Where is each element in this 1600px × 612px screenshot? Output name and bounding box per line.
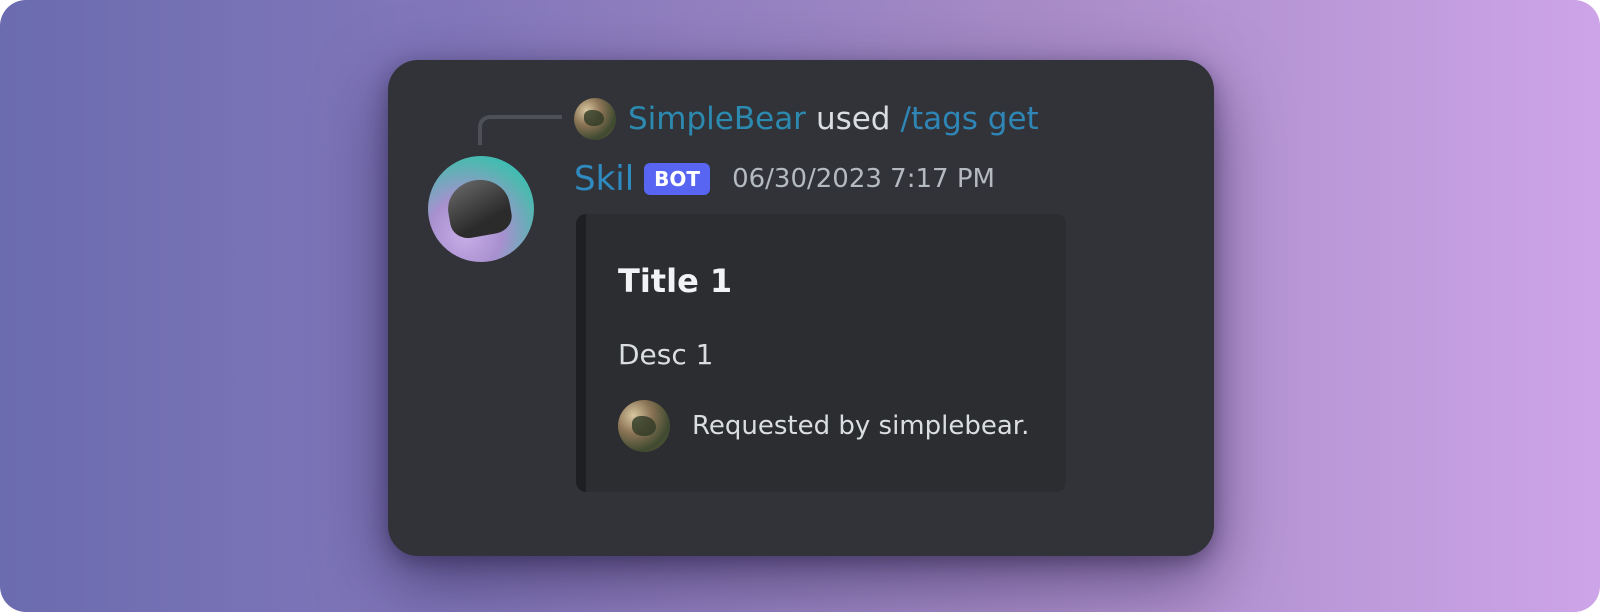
bot-avatar-mark (443, 175, 515, 241)
background: SimpleBear used /tags get Skil BOT 06/30… (0, 0, 1600, 612)
reply-command[interactable]: /tags get (901, 101, 1039, 137)
embed-description: Desc 1 (618, 338, 714, 371)
reply-connector (478, 115, 562, 145)
embed-footer-text: Requested by simplebear. (692, 411, 1030, 441)
embed-footer: Requested by simplebear. (618, 400, 1029, 452)
bot-badge: BOT (644, 163, 711, 195)
author-name[interactable]: Skil (574, 159, 634, 199)
bot-avatar-icon[interactable] (428, 156, 534, 262)
message-header: Skil BOT 06/30/2023 7:17 PM (574, 156, 995, 202)
reply-user-avatar-icon[interactable] (574, 98, 616, 140)
reply-reference[interactable]: SimpleBear used /tags get (574, 96, 1039, 142)
embed-title: Title 1 (618, 262, 733, 300)
reply-action-text: used (815, 101, 891, 137)
reply-username[interactable]: SimpleBear (628, 101, 806, 137)
footer-user-avatar-icon (618, 400, 670, 452)
message-card: SimpleBear used /tags get Skil BOT 06/30… (388, 60, 1214, 556)
message-embed: Title 1 Desc 1 Requested by simplebear. (576, 214, 1066, 492)
message-timestamp: 06/30/2023 7:17 PM (732, 164, 995, 194)
